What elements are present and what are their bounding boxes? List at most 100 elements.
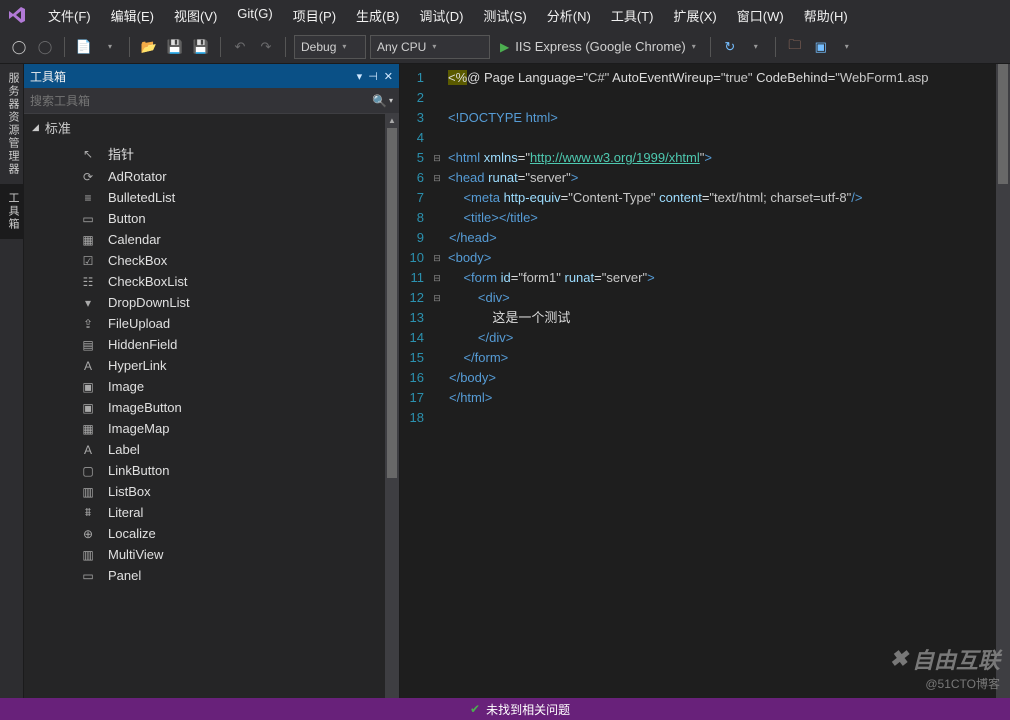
folder-icon[interactable]: 🗀 [784, 36, 806, 58]
dropdown-arrow-icon[interactable]: ▾ [99, 36, 121, 58]
dropdown-arrow-icon[interactable]: ▾ [836, 36, 858, 58]
tool-label: Panel [108, 568, 141, 583]
tool-item[interactable]: ⊕Localize [24, 523, 385, 544]
pin-icon[interactable]: ⊣ [368, 70, 378, 83]
menu-item[interactable]: 生成(B) [346, 2, 409, 29]
tool-item[interactable]: ALabel [24, 439, 385, 460]
dropdown-icon[interactable]: ▾ [357, 70, 363, 83]
tool-icon: ▦ [80, 422, 96, 436]
tool-icon: ▥ [80, 485, 96, 499]
menu-item[interactable]: 编辑(E) [101, 2, 164, 29]
tool-icon: A [80, 443, 96, 457]
tool-item[interactable]: ⇪FileUpload [24, 313, 385, 334]
tool-item[interactable]: ▢LinkButton [24, 460, 385, 481]
tool-item[interactable]: ▭ Panel [24, 565, 385, 586]
menu-item[interactable]: 扩展(X) [663, 2, 726, 29]
tool-item[interactable]: AHyperLink [24, 355, 385, 376]
tool-item[interactable]: ▾ DropDownList [24, 292, 385, 313]
menu-item[interactable]: 调试(D) [409, 2, 473, 29]
line-number-gutter: 123456789101112131415161718 [400, 64, 430, 698]
tool-icon: A [80, 359, 96, 373]
config-value: Debug [301, 40, 336, 54]
refresh-icon[interactable]: ↻ [719, 36, 741, 58]
menu-item[interactable]: 项目(P) [283, 2, 346, 29]
tool-label: MultiView [108, 547, 163, 562]
menu-item[interactable]: 测试(S) [473, 2, 536, 29]
menu-item[interactable]: 分析(N) [537, 2, 601, 29]
tool-item[interactable]: ☑CheckBox [24, 250, 385, 271]
menu-item[interactable]: 帮助(H) [794, 2, 858, 29]
tool-label: DropDownList [108, 295, 190, 310]
tool-item[interactable]: ⟳AdRotator [24, 166, 385, 187]
status-message: 未找到相关问题 [486, 701, 570, 718]
menu-item[interactable]: 视图(V) [164, 2, 227, 29]
tool-label: 指针 [108, 144, 134, 163]
tool-icon: ⊕ [80, 527, 96, 541]
side-tab-toolbox[interactable]: 工具箱 [0, 184, 23, 239]
tool-icon: ☑ [80, 254, 96, 268]
new-file-icon[interactable]: 📄 [73, 36, 95, 58]
tool-item[interactable]: ▦ ImageMap [24, 418, 385, 439]
menu-item[interactable]: 文件(F) [38, 2, 101, 29]
tool-item[interactable]: ▭ Button [24, 208, 385, 229]
tool-item[interactable]: ↖指针 [24, 141, 385, 166]
open-folder-icon[interactable]: 📂 [138, 36, 160, 58]
dropdown-arrow-icon[interactable]: ▾ [745, 36, 767, 58]
search-input[interactable] [30, 94, 372, 108]
tool-icon: ▭ [80, 569, 96, 583]
tool-item[interactable]: ▤HiddenField [24, 334, 385, 355]
code-area[interactable]: <%@ Page Language="C#" AutoEventWireup="… [444, 64, 996, 698]
scroll-up-icon[interactable]: ▲ [388, 116, 396, 125]
redo-icon[interactable]: ↷ [255, 36, 277, 58]
menu-item[interactable]: 工具(T) [601, 2, 664, 29]
tool-items-container: ↖指针⟳AdRotator≡BulletedList ▭ Button ▦Calend… [24, 141, 385, 586]
menu-item[interactable]: Git(G) [227, 2, 282, 29]
run-button[interactable]: ▶ IIS Express (Google Chrome) ▾ [494, 39, 702, 54]
check-icon: ✔ [470, 702, 480, 716]
window-icon[interactable]: ▣ [810, 36, 832, 58]
tool-item[interactable]: ⩩Literal [24, 502, 385, 523]
group-header-standard[interactable]: ◢ 标准 [24, 114, 385, 141]
close-icon[interactable]: ✕ [384, 70, 393, 83]
tool-item[interactable]: ☷CheckBoxList [24, 271, 385, 292]
save-all-icon[interactable]: 💾 [190, 36, 212, 58]
save-icon[interactable]: 💾 [164, 36, 186, 58]
status-issues[interactable]: ✔ 未找到相关问题 [460, 701, 580, 718]
side-tab-server-explorer[interactable]: 服务器资源管理器 [0, 64, 23, 184]
tool-icon: ▦ [80, 233, 96, 247]
toolbox-scrollbar[interactable]: ▲ [385, 114, 399, 698]
undo-icon[interactable]: ↶ [229, 36, 251, 58]
editor-scrollbar[interactable] [996, 64, 1010, 698]
tool-icon: ⇪ [80, 317, 96, 331]
toolbox-search: 🔍 ▾ [24, 88, 399, 114]
tool-item[interactable]: ▦Calendar [24, 229, 385, 250]
tool-label: HiddenField [108, 337, 177, 352]
config-dropdown[interactable]: Debug▾ [294, 35, 366, 59]
tool-item[interactable]: ▣Image [24, 376, 385, 397]
tool-item[interactable]: ▥ MultiView [24, 544, 385, 565]
editor-scrollbar-thumb[interactable] [998, 64, 1008, 184]
tool-label: ListBox [108, 484, 151, 499]
panel-title: 工具箱 [30, 68, 66, 85]
tool-label: Button [108, 211, 146, 226]
tool-label: ImageMap [108, 421, 169, 436]
code-editor[interactable]: 123456789101112131415161718 ⊟⊟ ⊟⊟⊟ <%@ P… [400, 64, 1010, 698]
nav-back-icon[interactable]: ◯ [8, 36, 30, 58]
group-label: 标准 [45, 118, 71, 137]
tool-icon: ▭ [80, 212, 96, 226]
tool-icon: ▾ [80, 296, 96, 310]
platform-dropdown[interactable]: Any CPU▾ [370, 35, 490, 59]
tool-item[interactable]: ≡BulletedList [24, 187, 385, 208]
tool-item[interactable]: ▣ImageButton [24, 397, 385, 418]
panel-header: 工具箱 ▾ ⊣ ✕ [24, 64, 399, 88]
tool-item[interactable]: ▥ ListBox [24, 481, 385, 502]
platform-value: Any CPU [377, 40, 426, 54]
fold-column[interactable]: ⊟⊟ ⊟⊟⊟ [430, 64, 444, 698]
tool-list[interactable]: ◢ 标准 ↖指针⟳AdRotator≡BulletedList ▭ Button ▦C… [24, 114, 385, 698]
tool-label: Image [108, 379, 144, 394]
menu-item[interactable]: 窗口(W) [727, 2, 794, 29]
tool-icon: ▥ [80, 548, 96, 562]
scrollbar-thumb[interactable] [387, 128, 397, 478]
search-icon[interactable]: 🔍 ▾ [372, 94, 393, 108]
run-label: IIS Express (Google Chrome) [515, 39, 686, 54]
